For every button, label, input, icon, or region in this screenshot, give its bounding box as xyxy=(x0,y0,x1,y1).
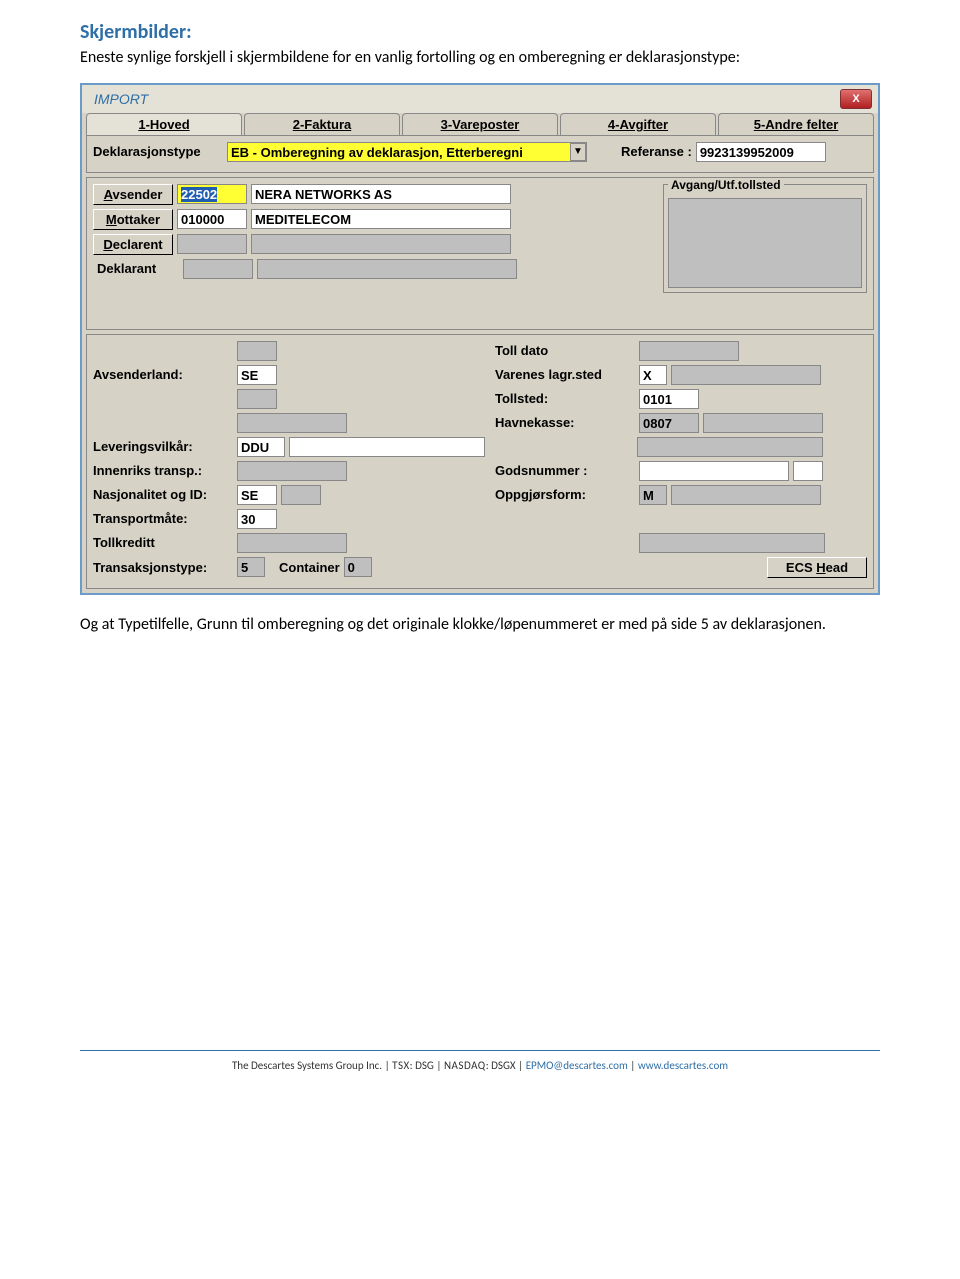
varenes-code-input[interactable]: X xyxy=(639,365,667,385)
blank-input-3[interactable] xyxy=(237,413,347,433)
havnekasse-input[interactable]: 0807 xyxy=(639,413,699,433)
ecs-head-button[interactable]: ECS Head xyxy=(767,557,867,578)
blank-input-2[interactable] xyxy=(237,389,277,409)
tab-faktura[interactable]: 2-Faktura xyxy=(244,113,400,135)
transaksjonstype-label: Transaksjonstype: xyxy=(93,560,233,575)
varenes-desc-input[interactable] xyxy=(671,365,821,385)
tollkreditt-label: Tollkreditt xyxy=(93,535,233,550)
godsnummer-label: Godsnummer : xyxy=(495,463,635,478)
deklarasjonstype-combo[interactable]: EB - Omberegning av deklarasjon, Etterbe… xyxy=(227,142,587,162)
nasjonalitet-label: Nasjonalitet og ID: xyxy=(93,487,233,502)
leveringsvilkar-desc-input[interactable] xyxy=(289,437,485,457)
deklarasjonstype-label: Deklarasjonstype xyxy=(93,144,223,159)
panel-details: Toll dato Avsenderland: SE Varenes lagr.… xyxy=(86,334,874,589)
tab-vareposter[interactable]: 3-Vareposter xyxy=(402,113,558,135)
nasjonalitet-id-input[interactable] xyxy=(281,485,321,505)
avgang-fieldset: Avgang/Utf.tollsted xyxy=(663,184,867,293)
godsnummer-suffix-input[interactable] xyxy=(793,461,823,481)
footer-nasdaq-label: NASDAQ xyxy=(444,1059,486,1072)
godsnummer-input[interactable] xyxy=(639,461,789,481)
footer-divider xyxy=(80,1050,880,1051)
tolldato-input[interactable] xyxy=(639,341,739,361)
blank-input-4[interactable] xyxy=(637,437,823,457)
declarent-code-input[interactable] xyxy=(177,234,247,254)
tab-bar: 1-Hoved 2-Faktura 3-Vareposter 4-Avgifte… xyxy=(82,113,878,135)
footer-company: The Descartes Systems Group Inc. xyxy=(232,1059,382,1072)
avsender-code-input[interactable]: 22502 xyxy=(177,184,247,204)
avsender-button[interactable]: Avsender xyxy=(93,184,173,205)
tab-avgifter[interactable]: 4-Avgifter xyxy=(560,113,716,135)
transportmate-input[interactable]: 30 xyxy=(237,509,277,529)
container-label: Container xyxy=(279,560,340,575)
outro-paragraph: Og at Typetilfelle, Grunn til omberegnin… xyxy=(80,615,880,636)
page-footer: The Descartes Systems Group Inc. | TSX: … xyxy=(0,1059,960,1092)
mottaker-name-input[interactable]: MEDITELECOM xyxy=(251,209,511,229)
panel-parties: Avsender 22502 NERA NETWORKS AS Mottaker… xyxy=(86,177,874,330)
deklarant-label: Deklarant xyxy=(93,261,179,276)
avsender-name-input[interactable]: NERA NETWORKS AS xyxy=(251,184,511,204)
intro-paragraph: Eneste synlige forskjell i skjermbildene… xyxy=(80,48,880,69)
blank-input-1[interactable] xyxy=(237,341,277,361)
footer-tsx-label: TSX xyxy=(392,1059,410,1072)
close-button[interactable]: X xyxy=(840,89,872,109)
tab-andre-felter[interactable]: 5-Andre felter xyxy=(718,113,874,135)
transportmate-label: Transportmåte: xyxy=(93,511,233,526)
tollkreditt-input[interactable] xyxy=(237,533,347,553)
oppgjorsform-desc-input[interactable] xyxy=(671,485,821,505)
oppgjorsform-input[interactable]: M xyxy=(639,485,667,505)
mottaker-code-input[interactable]: 010000 xyxy=(177,209,247,229)
avsenderland-label: Avsenderland: xyxy=(93,367,233,382)
tollsted-label: Tollsted: xyxy=(495,391,635,406)
footer-url-link[interactable]: www.descartes.com xyxy=(638,1059,728,1072)
leveringsvilkar-label: Leveringsvilkår: xyxy=(93,439,233,454)
avgang-legend: Avgang/Utf.tollsted xyxy=(668,178,784,192)
deklarant-code-input[interactable] xyxy=(183,259,253,279)
screenshot-window: IMPORT X 1-Hoved 2-Faktura 3-Vareposter … xyxy=(80,83,880,595)
transaksjonstype-input[interactable]: 5 xyxy=(237,557,265,577)
tollsted-input[interactable]: 0101 xyxy=(639,389,699,409)
innenriks-input[interactable] xyxy=(237,461,347,481)
mottaker-button[interactable]: Mottaker xyxy=(93,209,173,230)
leveringsvilkar-input[interactable]: DDU xyxy=(237,437,285,457)
footer-email-link[interactable]: EPMO@descartes.com xyxy=(526,1059,628,1072)
tolldato-label: Toll dato xyxy=(495,343,635,358)
deklarant-name-input[interactable] xyxy=(257,259,517,279)
chevron-down-icon[interactable]: ▼ xyxy=(570,143,586,161)
nasjonalitet-input[interactable]: SE xyxy=(237,485,277,505)
avgang-empty-area xyxy=(668,198,862,288)
havnekasse-desc-input[interactable] xyxy=(703,413,823,433)
declarent-name-input[interactable] xyxy=(251,234,511,254)
referanse-input[interactable]: 9923139952009 xyxy=(696,142,826,162)
varenes-label: Varenes lagr.sted xyxy=(495,367,635,382)
avsenderland-input[interactable]: SE xyxy=(237,365,277,385)
tab-hoved[interactable]: 1-Hoved xyxy=(86,113,242,135)
blank-input-5[interactable] xyxy=(639,533,825,553)
referanse-label: Referanse : xyxy=(621,144,692,159)
havnekasse-label: Havnekasse: xyxy=(495,415,635,430)
declarent-button[interactable]: Declarent xyxy=(93,234,173,255)
innenriks-label: Innenriks transp.: xyxy=(93,463,233,478)
oppgjorsform-label: Oppgjørsform: xyxy=(495,487,635,502)
window-title: IMPORT xyxy=(88,91,148,107)
panel-top: Deklarasjonstype EB - Omberegning av dek… xyxy=(86,135,874,173)
section-heading: Skjermbilder: xyxy=(80,20,880,44)
container-input[interactable]: 0 xyxy=(344,557,372,577)
